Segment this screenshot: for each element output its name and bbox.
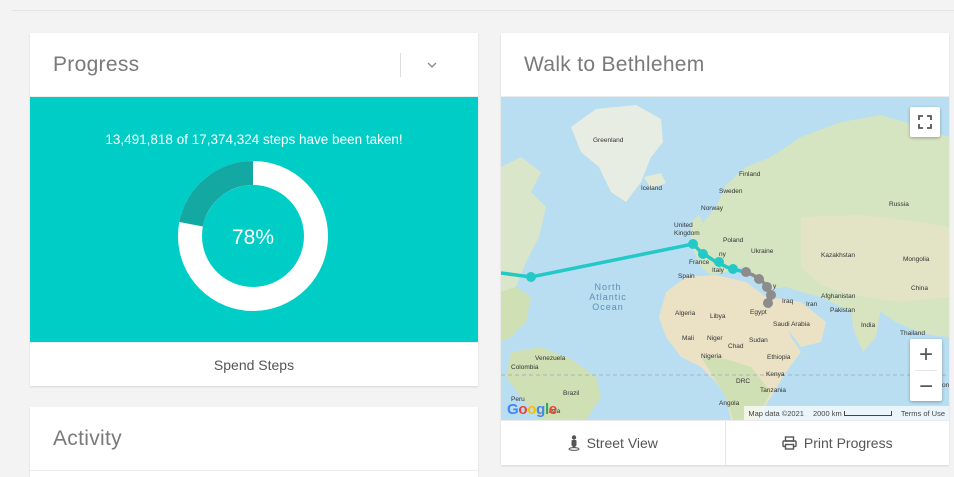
- map-label-iraq: Iraq: [782, 298, 794, 305]
- header-divider: [400, 53, 401, 77]
- map-label-iran: Iran: [806, 301, 818, 308]
- map-label-pakistan: Pakistan: [830, 307, 855, 314]
- walk-title: Walk to Bethlehem: [524, 52, 705, 76]
- route-waypoint[interactable]: [698, 249, 708, 259]
- map-label-ethiopia: Ethiopia: [767, 354, 791, 361]
- map-attribution-bar: Map data ©2021 2000 km Terms of Use: [744, 406, 949, 420]
- print-progress-button[interactable]: Print Progress: [724, 421, 950, 465]
- walk-actions: Street View Print Progress: [501, 420, 949, 465]
- north-america-landmass: [501, 157, 546, 292]
- map-label-iceland: Iceland: [641, 185, 662, 192]
- print-progress-label: Print Progress: [803, 435, 893, 451]
- map-label-norway: Norway: [701, 205, 724, 212]
- map-label-ukraine: Ukraine: [751, 248, 774, 255]
- map-label-germany: ny: [719, 251, 726, 258]
- map-label-thailand: Thailand: [900, 330, 925, 337]
- street-view-button[interactable]: Street View: [501, 421, 725, 465]
- map-label-sudan: Sudan: [749, 337, 768, 344]
- fullscreen-icon: [918, 115, 932, 129]
- printer-icon: [782, 436, 797, 450]
- map-label-mongolia: Mongolia: [903, 256, 930, 263]
- chevron-down-icon[interactable]: [422, 55, 442, 75]
- map-label-ocean: North Atlantic Ocean: [589, 282, 627, 312]
- map-label-venezuela: Venezuela: [535, 355, 566, 362]
- steps-summary: 13,491,818 of 17,374,324 steps have been…: [105, 132, 403, 147]
- map-canvas: [501, 105, 949, 420]
- map-label-poland: Poland: [723, 237, 744, 244]
- map-label-mali: Mali: [682, 335, 694, 342]
- map-label-niger: Niger: [707, 335, 723, 342]
- donut-remaining-arc: [179, 161, 254, 227]
- progress-panel: 13,491,818 of 17,374,324 steps have been…: [30, 97, 478, 342]
- map-label-kenya: Kenya: [766, 371, 785, 378]
- map-data-credit: Map data ©2021: [748, 408, 804, 418]
- route-map[interactable]: Greenland Iceland Finland Sweden Norway …: [501, 97, 949, 420]
- route-waypoint[interactable]: [526, 272, 536, 282]
- activity-header: Activity: [30, 407, 478, 471]
- route-waypoint[interactable]: [688, 239, 698, 249]
- activity-card: Activity: [30, 407, 478, 477]
- zoom-controls: + −: [910, 339, 942, 401]
- map-label-angola: Angola: [719, 400, 740, 407]
- progress-card: Progress 13,491,818 of 17,374,324 steps …: [30, 33, 478, 386]
- walk-header: Walk to Bethlehem: [501, 33, 949, 97]
- map-label-algeria: Algeria: [675, 310, 696, 317]
- map-label-afghanistan: Afghanistan: [821, 293, 856, 300]
- spend-steps-button[interactable]: Spend Steps: [30, 342, 478, 387]
- map-label-finland: Finland: [739, 171, 761, 178]
- map-label-italy: Italy: [712, 267, 724, 274]
- map-label-saudi-arabia: Saudi Arabia: [773, 321, 810, 328]
- map-label-france: France: [689, 259, 710, 266]
- route-waypoint[interactable]: [728, 264, 738, 274]
- percent-label: 78%: [232, 226, 274, 249]
- map-scale[interactable]: 2000 km: [813, 409, 892, 418]
- zoom-out-button[interactable]: −: [910, 371, 942, 402]
- map-label-spain: Spain: [678, 273, 695, 280]
- map-label-tanzania: Tanzania: [760, 387, 787, 394]
- map-label-libya: Libya: [710, 313, 726, 320]
- progress-donut: 78%: [178, 161, 328, 311]
- map-label-chad: Chad: [728, 343, 744, 350]
- progress-title: Progress: [53, 52, 140, 76]
- google-logo: Google: [507, 401, 557, 418]
- street-view-icon: [568, 435, 580, 451]
- map-label-turkey: y: [773, 283, 777, 290]
- activity-title: Activity: [53, 426, 122, 450]
- map-label-kazakhstan: Kazakhstan: [821, 252, 855, 259]
- top-divider: [12, 10, 954, 11]
- street-view-label: Street View: [586, 435, 658, 451]
- zoom-in-button[interactable]: +: [910, 339, 942, 370]
- map-label-colombia: Colombia: [511, 364, 539, 371]
- progress-header: Progress: [30, 33, 478, 97]
- map-label-uk: United Kingdom: [674, 222, 700, 237]
- map-label-nigeria: Nigeria: [701, 353, 722, 360]
- scale-bar: [843, 411, 892, 417]
- map-label-sweden: Sweden: [719, 188, 743, 195]
- map-label-brazil: Brazil: [563, 390, 580, 397]
- map-label-egypt: Egypt: [750, 309, 767, 316]
- map-label-india: India: [861, 322, 876, 329]
- route-waypoint-remaining[interactable]: [763, 298, 773, 308]
- map-label-china: China: [911, 285, 928, 292]
- map-label-russia: Russia: [889, 201, 909, 208]
- map-scale-label: 2000 km: [812, 408, 842, 418]
- map-label-drc: DRC: [736, 378, 751, 385]
- walk-card: Walk to Bethlehem Greenland Iceland Finl…: [501, 33, 949, 465]
- map-label-edge: on: [942, 382, 949, 389]
- route-waypoint-remaining[interactable]: [741, 267, 751, 277]
- route-waypoint[interactable]: [714, 257, 724, 267]
- terms-of-use-link[interactable]: Terms of Use: [901, 409, 945, 418]
- map-label-greenland: Greenland: [593, 137, 624, 144]
- north-america-south: [501, 287, 531, 342]
- route-waypoint-remaining[interactable]: [754, 274, 764, 284]
- fullscreen-button[interactable]: [910, 107, 940, 137]
